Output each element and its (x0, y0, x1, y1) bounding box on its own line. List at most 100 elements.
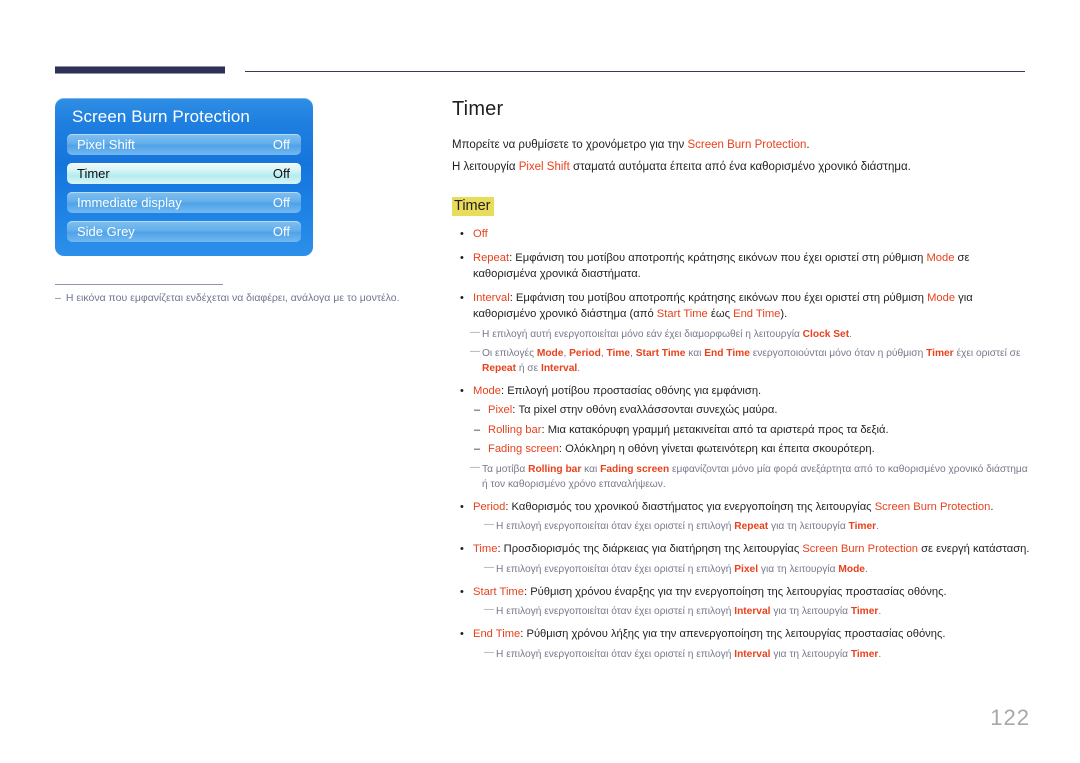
item-text: : Τα pixel στην οθόνη εναλλάσσονται συνε… (512, 404, 778, 416)
note-patterns: — Τα μοτίβα Rolling bar και Fading screen… (452, 462, 1030, 492)
sub-item-rolling-bar: – Rolling bar: Μια κατακόρυφη γραμμή μετα… (452, 422, 1030, 439)
keyword-mode: Mode (473, 384, 501, 397)
dash-marker: – (474, 443, 481, 455)
keyword-repeat: Repeat (473, 251, 510, 264)
keyword-timer: Timer (850, 648, 879, 660)
item-text: σε ενεργή κατάσταση. (918, 543, 1030, 555)
main-content: Timer Μπορείτε να ρυθμίσετε το χρονόμετρ… (452, 98, 1030, 662)
note-end-time: — Η επιλογή ενεργοποιείται όταν έχει ορισ… (452, 647, 1030, 662)
left-note-text: Η εικόνα που εμφανίζεται ενδέχεται να δι… (65, 292, 400, 304)
osd-panel-title: Screen Burn Protection (72, 107, 250, 126)
note-marker: — (484, 561, 494, 573)
osd-row-value: Off (272, 195, 290, 210)
keyword-pixel-shift: Pixel Shift (518, 161, 570, 173)
left-note-divider (55, 284, 223, 285)
note-text: ενεργοποιούνται μόνο όταν η ρύθμιση (749, 347, 927, 359)
keyword-fading-screen: Fading screen (600, 463, 670, 475)
note-text: ή σε (515, 362, 541, 374)
item-text: ). (780, 308, 788, 320)
note-text: . (849, 328, 852, 340)
left-note: – Η εικόνα που εμφανίζεται ενδέχεται να δ… (55, 291, 415, 305)
keyword-rolling-bar: Rolling bar (488, 423, 542, 436)
list-item-period: • Period: Καθορισμός του χρονικού διαστήμ… (452, 499, 1030, 516)
option-list: • Off • Repeat: Εμφάνιση του μοτίβου αποτρ… (452, 226, 1030, 662)
intro-text: . (806, 139, 810, 151)
note-text: . (577, 362, 581, 374)
note-time: — Η επιλογή ενεργοποιείται όταν έχει ορισ… (452, 562, 1030, 577)
keyword-interval: Interval (734, 648, 771, 660)
page-number: 122 (990, 705, 1030, 730)
keyword-repeat: Repeat (482, 362, 516, 374)
bullet-marker: • (460, 543, 464, 555)
osd-row-timer[interactable]: Timer Off (67, 163, 301, 184)
keyword-interval: Interval (540, 362, 578, 374)
note-text: και (581, 463, 601, 475)
osd-row-label: Timer (77, 166, 110, 181)
bullet-marker: • (460, 228, 464, 240)
note-marker: — (470, 461, 480, 473)
intro-line-2: Η λειτουργία Pixel Shift σταματά αυτόματ… (452, 157, 1030, 177)
note-text: Οι επιλογές (482, 347, 537, 359)
keyword-pixel: Pixel (488, 404, 513, 416)
note-marker: — (484, 604, 494, 615)
bullet-marker: • (460, 585, 464, 598)
keyword-mode: Mode (838, 563, 865, 575)
keyword-period: Period (473, 500, 506, 513)
keyword-mode: Mode (536, 347, 564, 359)
note-marker: — (484, 519, 494, 530)
section-subheading: Timer (452, 197, 494, 216)
note-text: Η επιλογή αυτή ενεργοποιείται μόνο εάν έ… (482, 328, 803, 340)
item-text: : Ρύθμιση χρόνου έναρξης για την ενεργοπ… (523, 585, 947, 598)
bullet-marker: • (460, 628, 464, 640)
osd-row-value: Off (272, 137, 290, 152)
list-item-interval: • Interval: Εμφάνιση του μοτίβου αποτροπή… (452, 290, 1030, 323)
item-text: : Εμφάνιση του μοτίβου αποτροπής κράτηση… (509, 251, 927, 264)
note-text: . (864, 563, 868, 575)
osd-row-value: Off (272, 224, 290, 239)
header-rule (245, 71, 1025, 72)
note-text: για τη λειτουργία (768, 521, 849, 532)
keyword-interval: Interval (734, 606, 771, 617)
item-text: . (990, 500, 994, 513)
keyword-end-time: End Time (733, 308, 781, 320)
osd-row-pixel-shift[interactable]: Pixel Shift Off (67, 134, 301, 155)
osd-screen-burn-protection-panel: Screen Burn Protection Pixel Shift Off T… (55, 98, 313, 256)
item-text: έως (707, 308, 734, 320)
note-marker: — (484, 646, 494, 658)
keyword-rolling-bar: Rolling bar (528, 463, 582, 475)
dash-marker: – (474, 423, 481, 436)
sub-item-pixel: – Pixel: Τα pixel στην οθόνη εναλλάσσοντα… (452, 402, 1030, 419)
note-marker: — (470, 345, 480, 357)
list-item-repeat: • Repeat: Εμφάνιση του μοτίβου αποτροπής … (452, 250, 1030, 283)
keyword-clock-set: Clock Set (802, 328, 850, 340)
osd-row-side-grey[interactable]: Side Grey Off (67, 221, 301, 242)
note-text: έχει οριστεί σε (953, 347, 1021, 359)
note-text: . (878, 648, 882, 660)
keyword-start-time: Start Time (473, 585, 524, 598)
keyword-screen-burn-protection: Screen Burn Protection (687, 139, 807, 151)
list-item-time: • Time: Προσδιορισμός της διάρκειας για δ… (452, 541, 1030, 558)
note-text: Η επιλογή ενεργοποιείται όταν έχει οριστ… (496, 521, 735, 532)
osd-row-value: Off (272, 166, 290, 181)
item-text: : Επιλογή μοτίβου προστασίας οθόνης για … (501, 384, 762, 397)
keyword-end-time: End Time (473, 628, 521, 640)
note-text: . (878, 606, 882, 617)
dash-marker: – (474, 404, 481, 416)
intro-line-1: Μπορείτε να ρυθμίσετε το χρονόμετρο για … (452, 135, 1030, 155)
item-text: : Ολόκληρη η οθόνη γίνεται φωτεινότερη κ… (558, 443, 875, 455)
osd-row-immediate-display[interactable]: Immediate display Off (67, 192, 301, 213)
keyword-timer: Timer (848, 521, 877, 532)
note-text: για τη λειτουργία (770, 606, 851, 617)
keyword-time: Time (473, 543, 498, 555)
note-text: Τα μοτίβα (482, 463, 529, 475)
keyword-mode: Mode (926, 251, 955, 264)
list-item-off: • Off (452, 226, 1030, 243)
item-text: : Εμφάνιση του μοτίβου αποτροπής κράτηση… (509, 291, 928, 304)
bullet-marker: • (460, 291, 464, 304)
keyword-time: Time (606, 347, 631, 359)
list-item-end-time: • End Time: Ρύθμιση χρόνου λήξης για την … (452, 626, 1030, 643)
note-clock-set: — Η επιλογή αυτή ενεργοποιείται μόνο εάν … (452, 327, 1030, 342)
page-title: Timer (452, 98, 504, 120)
item-text: : Ρύθμιση χρόνου λήξης για την απενεργοπ… (520, 628, 946, 640)
note-period: — Η επιλογή ενεργοποιείται όταν έχει ορισ… (452, 519, 1030, 534)
